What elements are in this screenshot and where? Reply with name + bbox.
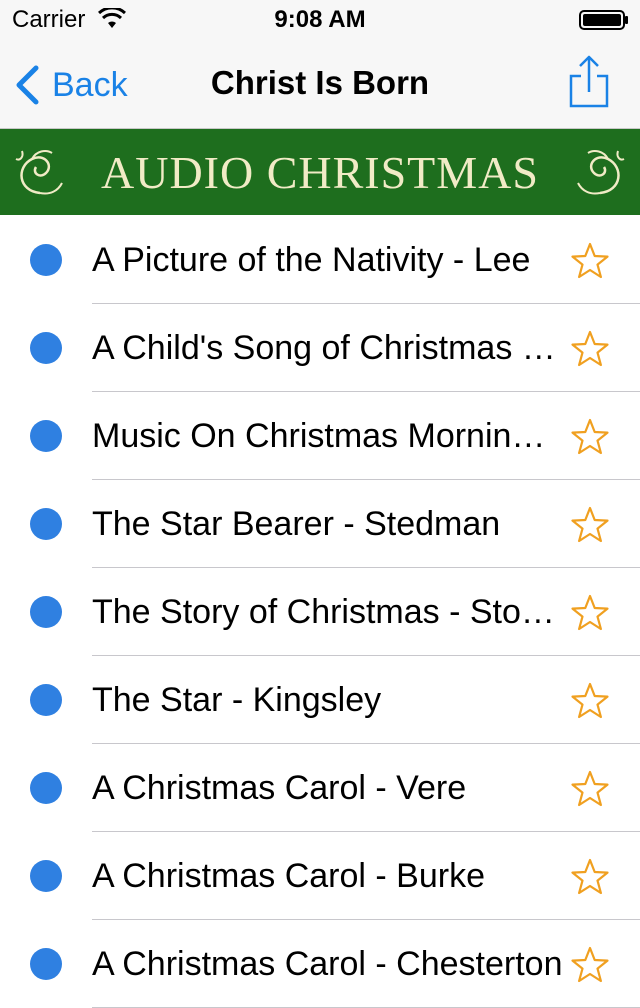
unplayed-dot-icon: [30, 772, 62, 804]
favorite-star-icon[interactable]: [570, 682, 610, 720]
favorite-star-icon[interactable]: [570, 242, 610, 280]
chevron-left-icon: [16, 65, 39, 105]
unplayed-dot-icon: [30, 948, 62, 980]
list-item-title: The Story of Christmas - Stoddard: [92, 593, 564, 631]
favorite-star-icon[interactable]: [570, 594, 610, 632]
list-item-title: A Child's Song of Christmas - Pickthall: [92, 329, 564, 367]
swirl-ornament-icon: [577, 150, 625, 195]
list-item-title: A Christmas Carol - Chesterton: [92, 945, 563, 983]
list-item[interactable]: A Christmas Carol - Vere: [0, 744, 640, 832]
track-list: A Picture of the Nativity - Lee A Child's…: [0, 216, 640, 1008]
list-item-title: A Christmas Carol - Vere: [92, 769, 467, 807]
banner: AUDIO CHRISTMAS: [0, 129, 640, 215]
favorite-star-icon[interactable]: [570, 330, 610, 368]
list-item[interactable]: A Christmas Carol - Burke: [0, 832, 640, 920]
back-button[interactable]: Back: [14, 64, 128, 106]
favorite-star-icon[interactable]: [570, 418, 610, 456]
list-item[interactable]: A Child's Song of Christmas - Pickthall: [0, 304, 640, 392]
favorite-star-icon[interactable]: [570, 858, 610, 896]
unplayed-dot-icon: [30, 420, 62, 452]
list-item-title: The Star - Kingsley: [92, 681, 382, 719]
list-item-title: Music On Christmas Morning - Bronte: [92, 417, 564, 455]
list-item[interactable]: A Christmas Carol - Chesterton: [0, 920, 640, 1008]
list-item[interactable]: Music On Christmas Morning - Bronte: [0, 392, 640, 480]
page-title: Christ Is Born: [210, 64, 430, 101]
favorite-star-icon[interactable]: [570, 770, 610, 808]
unplayed-dot-icon: [30, 244, 62, 276]
unplayed-dot-icon: [30, 508, 62, 540]
list-item[interactable]: The Star - Kingsley: [0, 656, 640, 744]
list-item-title: A Christmas Carol - Burke: [92, 857, 485, 895]
unplayed-dot-icon: [30, 596, 62, 628]
status-bar: Carrier 9:08 AM: [0, 0, 640, 40]
favorite-star-icon[interactable]: [570, 946, 610, 984]
navigation-bar: Back Christ Is Born: [0, 40, 640, 129]
unplayed-dot-icon: [30, 860, 62, 892]
list-item[interactable]: A Picture of the Nativity - Lee: [0, 216, 640, 304]
unplayed-dot-icon: [30, 684, 62, 716]
list-item[interactable]: The Story of Christmas - Stoddard: [0, 568, 640, 656]
unplayed-dot-icon: [30, 332, 62, 364]
clock: 9:08 AM: [274, 6, 366, 33]
swirl-ornament-icon: [15, 150, 63, 195]
list-item-title: The Star Bearer - Stedman: [92, 505, 501, 543]
back-button-label: Back: [52, 65, 128, 104]
list-item[interactable]: The Star Bearer - Stedman: [0, 480, 640, 568]
favorite-star-icon[interactable]: [570, 506, 610, 544]
list-item-title: A Picture of the Nativity - Lee: [92, 241, 531, 279]
banner-title: AUDIO CHRISTMAS: [101, 146, 539, 198]
battery-icon: [579, 10, 628, 30]
share-icon[interactable]: [566, 54, 612, 110]
